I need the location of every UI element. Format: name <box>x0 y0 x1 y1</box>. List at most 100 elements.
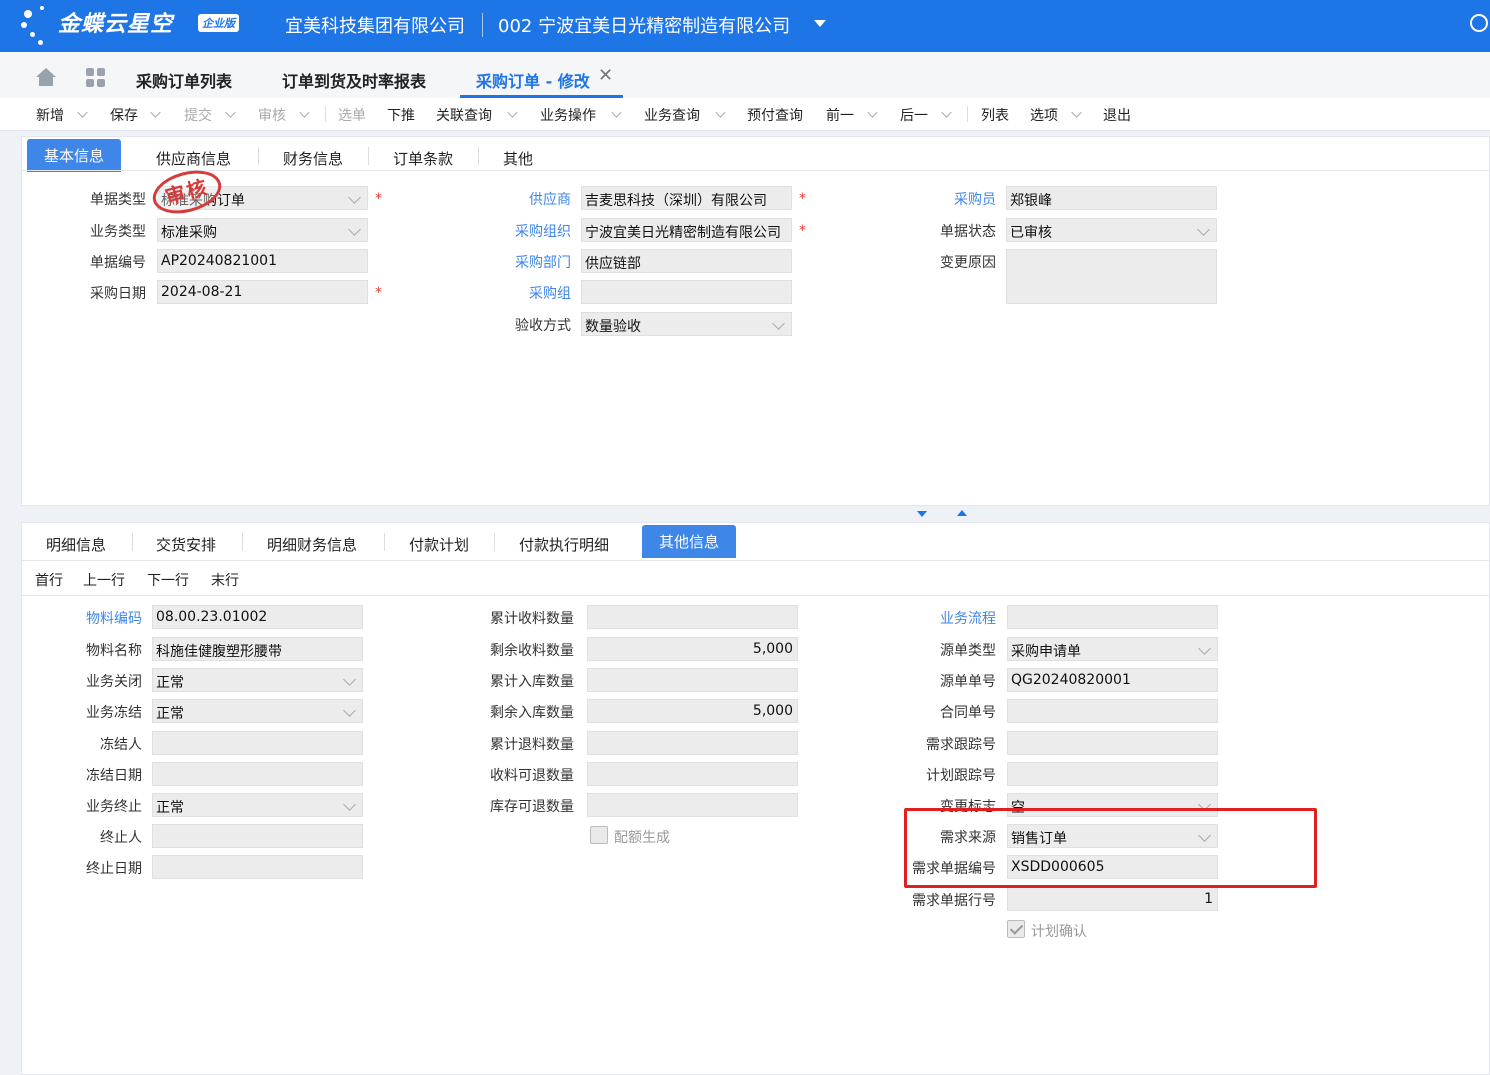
last-row-button[interactable]: 末行 <box>211 570 239 590</box>
bill-no-field[interactable]: AP20240821001 <box>157 249 368 273</box>
biz-close-value: 正常 <box>156 675 184 691</box>
biz-close-select[interactable]: 正常 <box>152 668 363 692</box>
close-icon[interactable]: ✕ <box>598 65 613 86</box>
source-type-label: 源单类型 <box>940 643 996 659</box>
prepay-query-button[interactable]: 预付查询 <box>747 105 803 125</box>
chevron-down-icon[interactable] <box>77 107 88 118</box>
acc-stockin-qty-label: 累计入库数量 <box>490 674 574 690</box>
terminate-date-field[interactable] <box>152 855 363 879</box>
tab-delivery-schedule[interactable]: 交货安排 <box>156 534 216 555</box>
chevron-down-icon[interactable] <box>867 107 878 118</box>
chevron-down-icon[interactable] <box>941 107 952 118</box>
acc-receive-qty-label: 累计收料数量 <box>490 611 574 627</box>
chevron-down-icon[interactable] <box>715 107 726 118</box>
brand-name: 金蝶云星空 <box>58 12 174 37</box>
status-select[interactable]: 已审核 <box>1006 218 1217 242</box>
plan-track-field[interactable] <box>1007 762 1218 786</box>
terminator-field[interactable] <box>152 824 363 848</box>
biz-terminate-select[interactable]: 正常 <box>152 793 363 817</box>
purchase-group-field[interactable] <box>581 280 792 304</box>
collapse-down-icon[interactable] <box>917 511 927 517</box>
divider <box>22 560 1490 561</box>
status-value: 已审核 <box>1010 225 1052 241</box>
select-bill-button[interactable]: 选单 <box>338 105 366 125</box>
new-button[interactable]: 新增 <box>36 105 64 125</box>
purchase-dept-field[interactable]: 供应链部 <box>581 249 792 273</box>
chevron-down-icon[interactable] <box>150 107 161 118</box>
tab-detail-finance[interactable]: 明细财务信息 <box>267 534 357 555</box>
freezer-field[interactable] <box>152 731 363 755</box>
push-down-button[interactable]: 下推 <box>387 105 415 125</box>
chevron-down-icon[interactable] <box>1071 107 1082 118</box>
first-row-button[interactable]: 首行 <box>35 570 63 590</box>
contract-no-field[interactable] <box>1007 699 1218 723</box>
buyer-field[interactable]: 郑银峰 <box>1006 186 1217 210</box>
divider <box>21 595 1490 596</box>
audit-button[interactable]: 审核 <box>258 105 286 125</box>
tab-po-list[interactable]: 采购订单列表 <box>136 68 232 92</box>
biz-flow-field[interactable] <box>1007 605 1218 629</box>
submit-button[interactable]: 提交 <box>184 105 212 125</box>
purchase-group-label[interactable]: 采购组 <box>529 283 571 303</box>
tab-other-info[interactable]: 其他信息 <box>642 525 737 558</box>
chevron-down-icon[interactable] <box>611 107 622 118</box>
exit-button[interactable]: 退出 <box>1103 105 1131 125</box>
purchase-dept-label[interactable]: 采购部门 <box>515 252 571 272</box>
divider <box>494 533 495 551</box>
tab-finance-info[interactable]: 财务信息 <box>283 148 343 169</box>
tab-po-edit[interactable]: 采购订单 - 修改 <box>476 68 590 92</box>
divider <box>22 170 1490 171</box>
demand-track-field[interactable] <box>1007 731 1218 755</box>
accept-method-select[interactable]: 数量验收 <box>581 312 792 336</box>
tab-basic-info[interactable]: 基本信息 <box>27 139 122 172</box>
material-code-field[interactable]: 08.00.23.01002 <box>152 605 363 629</box>
plan-confirm-checkbox[interactable] <box>1007 920 1025 938</box>
tab-payment-detail[interactable]: 付款执行明细 <box>519 534 609 555</box>
list-button[interactable]: 列表 <box>981 105 1009 125</box>
biz-flow-label[interactable]: 业务流程 <box>940 608 996 628</box>
prev-row-button[interactable]: 上一行 <box>83 570 125 590</box>
material-code-label[interactable]: 物料编码 <box>86 608 142 628</box>
business-query-button[interactable]: 业务查询 <box>644 105 700 125</box>
source-type-select[interactable]: 采购申请单 <box>1007 637 1218 661</box>
purchase-org-label[interactable]: 采购组织 <box>515 221 571 241</box>
tab-detail-info[interactable]: 明细信息 <box>46 534 106 555</box>
org-name[interactable]: 002 宁波宜美日光精密制造有限公司 <box>498 12 790 38</box>
freeze-date-field[interactable] <box>152 762 363 786</box>
divider <box>368 147 369 165</box>
biz-freeze-select[interactable]: 正常 <box>152 699 363 723</box>
related-query-button[interactable]: 关联查询 <box>436 105 492 125</box>
buyer-label[interactable]: 采购员 <box>954 189 996 209</box>
tab-delivery-report[interactable]: 订单到货及时率报表 <box>282 68 426 92</box>
home-icon[interactable] <box>36 68 56 86</box>
save-button[interactable]: 保存 <box>110 105 138 125</box>
previous-button[interactable]: 前一 <box>826 105 854 125</box>
apps-grid-icon[interactable] <box>86 68 106 88</box>
source-no-field[interactable]: QG20240820001 <box>1007 668 1218 692</box>
purchase-org-field[interactable]: 宁波宜美日光精密制造有限公司 <box>581 218 792 242</box>
chevron-down-icon[interactable] <box>299 107 310 118</box>
supplier-label[interactable]: 供应商 <box>529 189 571 209</box>
tab-supplier-info[interactable]: 供应商信息 <box>156 148 231 169</box>
date-field[interactable]: 2024-08-21 <box>157 280 368 304</box>
supplier-field[interactable]: 吉麦思科技（深圳）有限公司 <box>581 186 792 210</box>
tab-other[interactable]: 其他 <box>503 148 533 169</box>
options-button[interactable]: 选项 <box>1030 105 1058 125</box>
business-ops-button[interactable]: 业务操作 <box>540 105 596 125</box>
tab-payment-plan[interactable]: 付款计划 <box>409 534 469 555</box>
demand-track-label: 需求跟踪号 <box>926 737 996 753</box>
search-icon[interactable] <box>1470 14 1488 32</box>
next-button[interactable]: 后一 <box>900 105 928 125</box>
chevron-down-icon[interactable] <box>507 107 518 118</box>
material-name-field[interactable]: 科施佳健腹塑形腰带 <box>152 637 363 661</box>
demand-row-no-field[interactable]: 1 <box>1007 887 1218 911</box>
biz-type-select[interactable]: 标准采购 <box>157 218 368 242</box>
next-row-button[interactable]: 下一行 <box>147 570 189 590</box>
quota-checkbox[interactable] <box>590 826 608 844</box>
caret-down-icon[interactable] <box>814 20 826 27</box>
tab-order-terms[interactable]: 订单条款 <box>393 148 453 169</box>
company-name[interactable]: 宜美科技集团有限公司 <box>285 12 465 38</box>
chevron-down-icon[interactable] <box>225 107 236 118</box>
collapse-up-icon[interactable] <box>957 510 967 516</box>
change-reason-field[interactable] <box>1006 249 1217 304</box>
